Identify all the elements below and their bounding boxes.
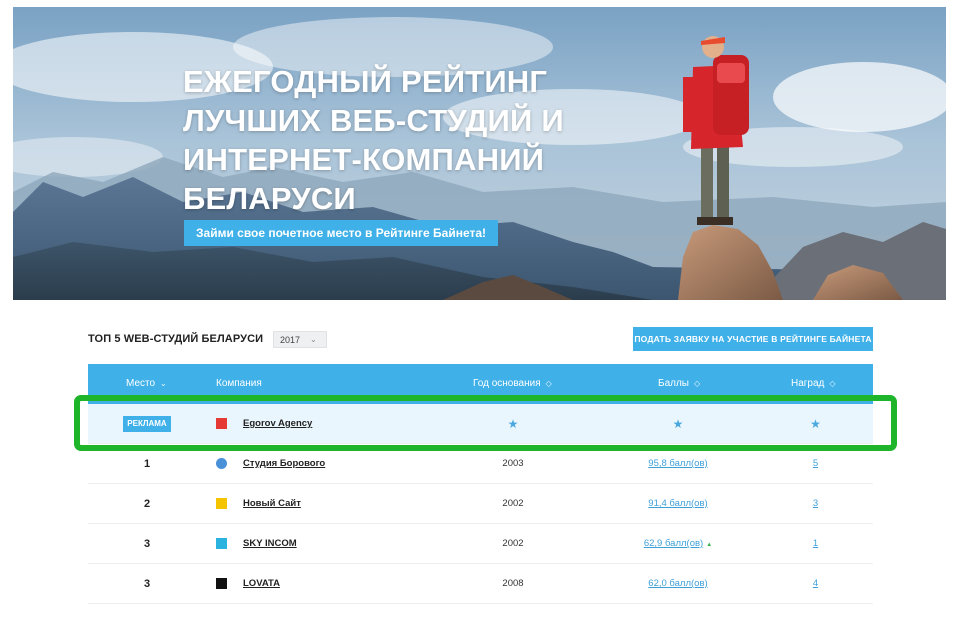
- score-link[interactable]: 91,4 балл(ов): [618, 484, 738, 524]
- score-link[interactable]: 62,9 балл(ов): [644, 538, 703, 549]
- year-cell: 2003: [502, 458, 524, 469]
- table-row: 2 Новый Сайт 2002 91,4 балл(ов) 3: [88, 484, 873, 524]
- company-link[interactable]: Студия Борового: [243, 444, 325, 484]
- place-cell: 2: [143, 498, 151, 510]
- hero-title-line: ЛУЧШИХ ВЕБ-СТУДИЙ И: [183, 103, 564, 138]
- place-cell: 3: [143, 578, 151, 590]
- year-select[interactable]: 2017 ⌄: [273, 331, 327, 348]
- sort-icon: ◇: [829, 379, 836, 388]
- header-year-label: Год основания: [473, 378, 541, 389]
- awards-cell: ★: [758, 404, 873, 444]
- score-cell: ★: [618, 404, 738, 444]
- hero-title-line: БЕЛАРУСИ: [183, 181, 356, 216]
- header-awards[interactable]: Наград ◇: [791, 364, 836, 404]
- hero-title: ЕЖЕГОДНЫЙ РЕЙТИНГ ЛУЧШИХ ВЕБ-СТУДИЙ И ИН…: [183, 62, 583, 218]
- hero-title-line: ЕЖЕГОДНЫЙ РЕЙТИНГ: [183, 64, 548, 99]
- table-header: Место ⌄ Компания Год основания ◇ Баллы ◇ На…: [88, 364, 873, 404]
- company-link[interactable]: Новый Сайт: [243, 484, 301, 524]
- header-company-label: Компания: [216, 378, 262, 389]
- table-row: 1 Студия Борового 2003 95,8 балл(ов) 5: [88, 444, 873, 484]
- chevron-down-icon: ⌄: [310, 335, 317, 344]
- company-link[interactable]: Egorov Agency: [243, 404, 312, 444]
- place-cell: 1: [143, 458, 151, 470]
- header-place[interactable]: Место ⌄: [126, 364, 167, 404]
- awards-link[interactable]: 4: [758, 564, 873, 604]
- company-logo: [216, 578, 227, 589]
- header-awards-label: Наград: [791, 378, 825, 389]
- table-row: [88, 604, 873, 620]
- company-logo: [216, 538, 227, 549]
- company-logo: [216, 458, 227, 469]
- star-icon: ★: [672, 417, 684, 431]
- table-row: 3 LOVATA 2008 62,0 балл(ов) 4: [88, 564, 873, 604]
- awards-link[interactable]: 5: [758, 444, 873, 484]
- table-row: 3 SKY INCOM 2002 62,9 балл(ов) ▲ 1: [88, 524, 873, 564]
- sort-icon: ◇: [545, 379, 552, 388]
- star-icon: ★: [507, 417, 519, 431]
- claim-place-button[interactable]: Займи свое почетное место в Рейтинге Бай…: [184, 220, 499, 246]
- year-cell: 2002: [502, 538, 524, 549]
- sort-icon: ◇: [693, 379, 701, 388]
- company-logo: [216, 498, 227, 509]
- header-score[interactable]: Баллы ◇: [658, 364, 700, 404]
- apply-for-rating-button[interactable]: ПОДАТЬ ЗАЯВКУ НА УЧАСТИЕ В РЕЙТИНГЕ БАЙН…: [633, 327, 873, 351]
- score-link[interactable]: 62,0 балл(ов): [618, 564, 738, 604]
- place-cell: 3: [143, 538, 151, 550]
- year-select-value: 2017: [280, 334, 301, 345]
- rating-table: Место ⌄ Компания Год основания ◇ Баллы ◇ На…: [88, 364, 873, 620]
- year-cell: ★: [448, 404, 578, 444]
- hero-title-line: ИНТЕРНЕТ-КОМПАНИЙ: [183, 142, 545, 177]
- year-cell: 2008: [502, 578, 524, 589]
- star-icon: ★: [810, 417, 821, 431]
- company-logo: [216, 418, 227, 429]
- ad-badge: РЕКЛАМА: [123, 416, 171, 433]
- header-place-label: Место: [126, 378, 156, 389]
- awards-link[interactable]: 3: [758, 484, 873, 524]
- header-company: Компания: [216, 364, 262, 404]
- hero-banner: ЕЖЕГОДНЫЙ РЕЙТИНГ ЛУЧШИХ ВЕБ-СТУДИЙ И ИН…: [13, 7, 946, 300]
- year-cell: 2002: [502, 498, 524, 509]
- header-year[interactable]: Год основания ◇: [473, 364, 552, 404]
- header-score-label: Баллы: [658, 378, 689, 389]
- chevron-down-icon: ⌄: [160, 379, 167, 388]
- score-link[interactable]: 95,8 балл(ов): [618, 444, 738, 484]
- table-row-ad: РЕКЛАМА Egorov Agency ★ ★ ★: [88, 404, 873, 444]
- awards-link[interactable]: 1: [758, 524, 873, 564]
- ad-badge-cell: РЕКЛАМА: [88, 404, 206, 444]
- company-link[interactable]: LOVATA: [243, 564, 280, 604]
- company-link[interactable]: SKY INCOM: [243, 524, 297, 564]
- score-cell: 62,9 балл(ов) ▲: [618, 524, 738, 564]
- rating-section-title: ТОП 5 WEB-СТУДИЙ БЕЛАРУСИ: [88, 333, 264, 345]
- trend-up-icon: ▲: [706, 542, 713, 548]
